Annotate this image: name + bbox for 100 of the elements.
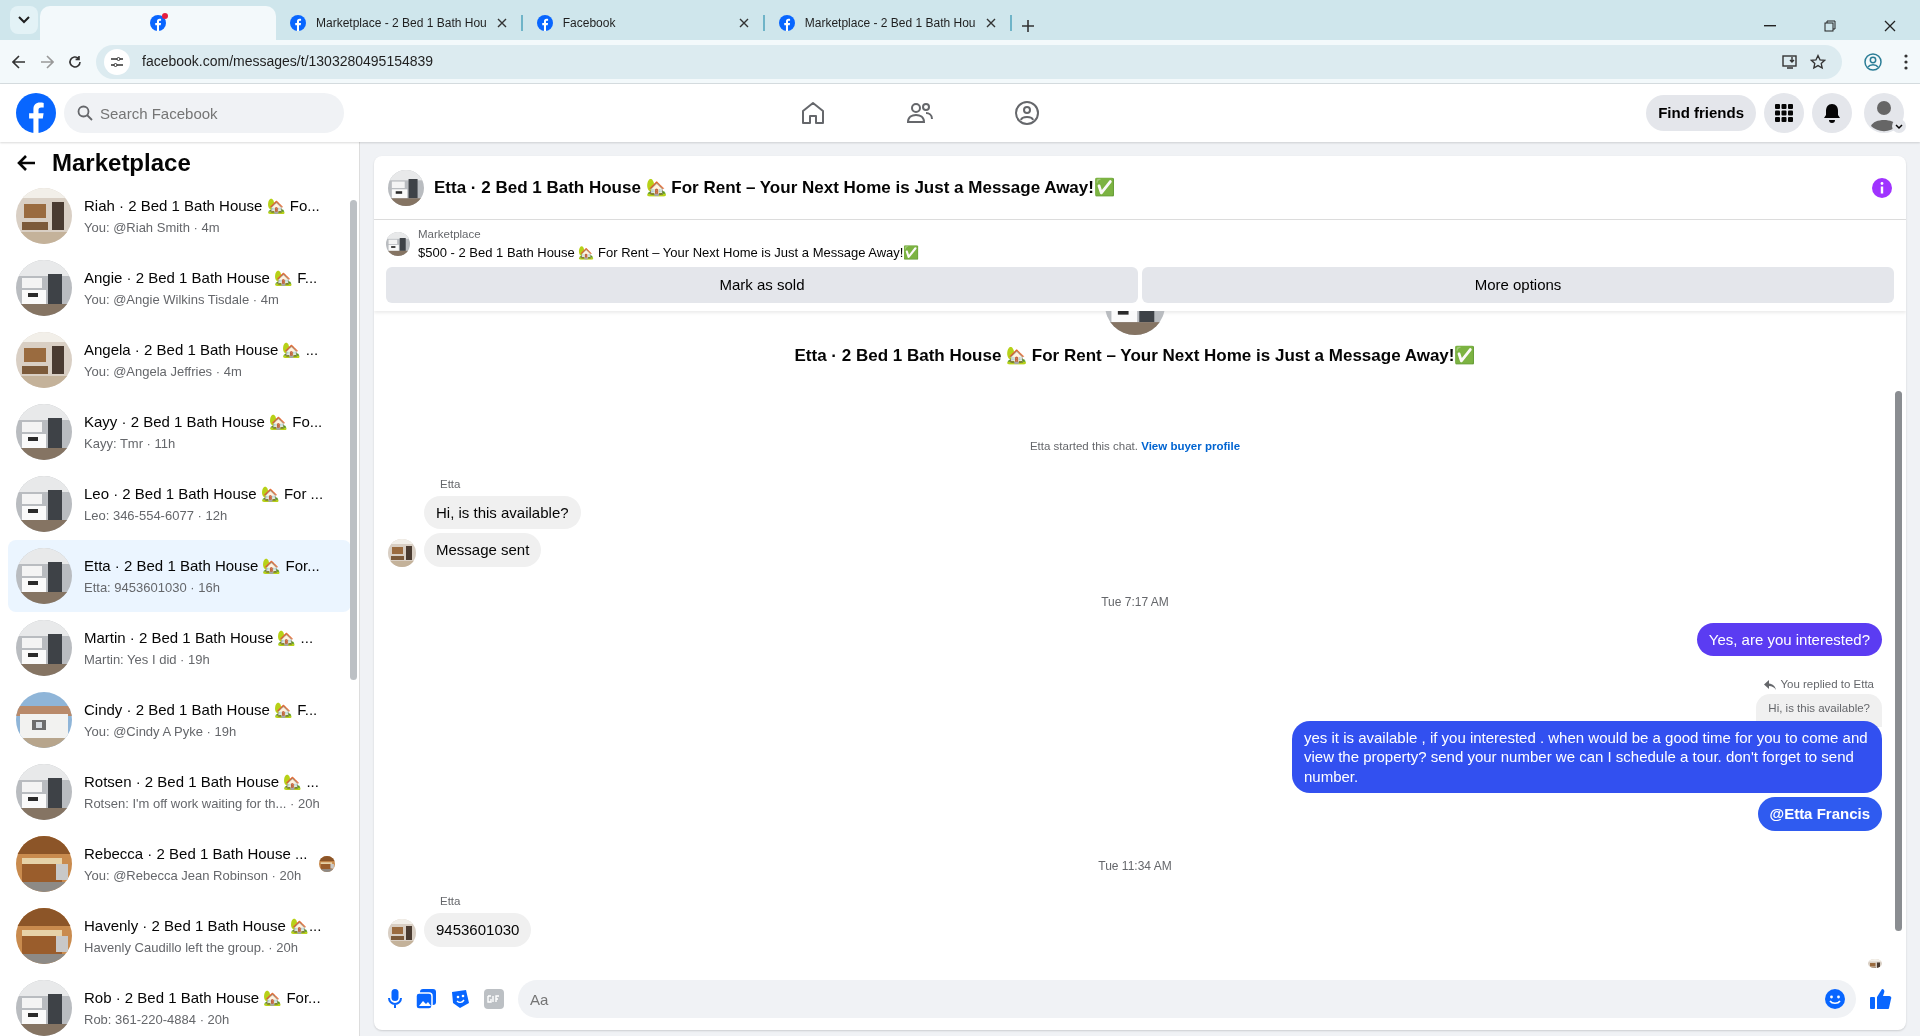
groups-icon[interactable] — [1014, 100, 1041, 126]
forward-icon[interactable] — [40, 54, 54, 69]
tab-list-button[interactable] — [10, 6, 38, 34]
listing-action-button[interactable]: Mark as sold — [386, 266, 1138, 303]
reload-icon[interactable] — [68, 54, 82, 69]
conversation-preview: Martin: Yes I did · 19h — [84, 650, 211, 669]
chat-intro-title: Etta · 2 Bed 1 Bath House 🏡 For Rent – Your Next Home is Just a Message Away!✅ — [794, 344, 1476, 367]
thumbs-up-icon[interactable] — [1870, 988, 1892, 1010]
back-icon[interactable] — [12, 54, 26, 69]
message-bubble[interactable]: yes it is available , if you interested . when would be a good time for you to come and view the property? send your number we can I schedule a tour. don't forget to send number. — [1292, 720, 1882, 794]
message-bubble[interactable]: @Etta Francis — [1757, 797, 1882, 831]
bell-icon — [1823, 103, 1841, 123]
sticker-icon[interactable] — [450, 989, 470, 1009]
conversation-title: Riah · 2 Bed 1 Bath House 🏡 Fo... — [84, 196, 321, 217]
tab-title: Marketplace - 2 Bed 1 Bath Hou — [316, 15, 487, 32]
conversation-item[interactable]: Martin · 2 Bed 1 Bath House 🏡 ... Martin: Yes I did · 19h — [8, 612, 351, 685]
photo-icon[interactable] — [416, 989, 436, 1009]
message-bubble[interactable]: Hi, is this available? — [424, 495, 581, 530]
facebook-logo-icon[interactable] — [536, 15, 553, 31]
find-friends-button[interactable]: Find friends — [1646, 95, 1756, 131]
conversation-title: Etta · 2 Bed 1 Bath House 🏡 For... — [84, 556, 321, 577]
restore-icon[interactable] — [1824, 20, 1836, 32]
facebook-logo[interactable] — [16, 93, 56, 133]
close-icon[interactable] — [496, 18, 507, 28]
close-icon[interactable] — [1884, 20, 1896, 32]
conversation-title: Havenly · 2 Bed 1 Bath House 🏡... — [84, 916, 323, 937]
conversation-item[interactable]: Etta · 2 Bed 1 Bath House 🏡 For... Etta: 9453601030 · 16h — [8, 540, 351, 613]
browser-tab[interactable]: Facebook — [524, 6, 761, 40]
browser-tab[interactable] — [40, 6, 276, 40]
chevron-down-icon — [18, 16, 30, 24]
message-bubble[interactable]: Message sent — [424, 533, 542, 567]
message-bubble[interactable]: 9453601030 — [424, 913, 532, 947]
home-icon[interactable] — [800, 100, 827, 126]
site-settings-icon[interactable] — [104, 48, 130, 75]
reply-icon — [1764, 679, 1777, 690]
conversation-title: Martin · 2 Bed 1 Bath House 🏡 ... — [84, 628, 315, 649]
conversation-item[interactable]: Riah · 2 Bed 1 Bath House 🏡 Fo... You: @Riah Smith · 4m — [8, 180, 351, 253]
conversation-preview: Havenly Caudillo left the group. · 20h — [84, 938, 299, 957]
search-icon — [77, 105, 93, 121]
menu-button[interactable] — [1764, 93, 1804, 133]
scrollbar[interactable] — [350, 200, 357, 681]
listing-text[interactable]: $500 - 2 Bed 1 Bath House 🏡 For Rent – Your Next Home is Just a Message Away!✅ — [418, 243, 920, 263]
buyer-profile-link[interactable]: View buyer profile — [1141, 440, 1241, 453]
conversation-item[interactable]: Leo · 2 Bed 1 Bath House 🏡 For ... Leo: 346-554-6077 · 12h — [8, 468, 351, 541]
conversation-item[interactable]: Cindy · 2 Bed 1 Bath House 🏡 F... You: @Cindy A Pyke · 19h — [8, 684, 351, 757]
chat-started-text: Etta started this chat. — [1029, 440, 1138, 453]
search-field[interactable]: Search Facebook — [64, 93, 344, 133]
browser-tab[interactable]: Marketplace - 2 Bed 1 Bath Hou — [766, 6, 1008, 40]
conversation-item[interactable]: Angela · 2 Bed 1 Bath House 🏡 ... You: @Angela Jeffries · 4m — [8, 324, 351, 397]
back-arrow-icon[interactable] — [16, 154, 36, 173]
url-text[interactable]: facebook.com/messages/t/1303280495154839 — [142, 51, 434, 72]
sidebar-title: Marketplace — [52, 150, 191, 177]
conversation-item[interactable]: Kayy · 2 Bed 1 Bath House 🏡 Fo... Kayy: Tmr · 11h — [8, 396, 351, 469]
minimize-icon[interactable] — [1764, 25, 1776, 27]
scrollbar[interactable] — [1895, 390, 1902, 931]
info-icon[interactable] — [1872, 177, 1892, 198]
timestamp: Tue 7:17 AM — [1100, 593, 1170, 611]
conversation-preview: You: @Angela Jeffries · 4m — [84, 362, 243, 381]
tab-title: Facebook — [562, 15, 617, 32]
facebook-logo-icon[interactable] — [290, 15, 306, 31]
conversation-title: Angie · 2 Bed 1 Bath House 🏡 F... — [84, 268, 319, 289]
conversation-preview: Leo: 346-554-6077 · 12h — [84, 506, 229, 525]
conversation-preview: Rotsen: I'm off work waiting for th... · 20h — [84, 794, 321, 813]
conversation-item[interactable]: Rotsen · 2 Bed 1 Bath House 🏡 ... Rotsen: I'm off work waiting for th... · 20h — [8, 756, 351, 829]
notifications-button[interactable] — [1812, 93, 1852, 133]
facebook-logo-icon[interactable] — [778, 15, 795, 31]
sender-name: Etta — [440, 476, 461, 492]
message-bubble[interactable]: Yes, are you interested? — [1696, 622, 1882, 657]
conversation-item[interactable]: Rob · 2 Bed 1 Bath House 🏡 For... Rob: 361-220-4884 · 20h — [8, 972, 351, 1036]
sender-name: Etta — [440, 893, 461, 909]
conversation-item[interactable]: Havenly · 2 Bed 1 Bath House 🏡... Havenly Caudillo left the group. · 20h — [8, 900, 351, 973]
microphone-icon[interactable] — [388, 989, 402, 1009]
browser-tab[interactable]: Marketplace - 2 Bed 1 Bath Hou — [278, 6, 519, 40]
star-icon[interactable] — [1810, 53, 1826, 70]
timestamp: Tue 11:34 AM — [1097, 857, 1173, 875]
conversation-title: Rotsen · 2 Bed 1 Bath House 🏡 ... — [84, 772, 320, 793]
more-icon[interactable] — [1904, 53, 1908, 70]
conversation-preview: You: @Cindy A Pyke · 19h — [84, 722, 238, 741]
chevron-down-icon — [1892, 119, 1906, 133]
conversation-title: Cindy · 2 Bed 1 Bath House 🏡 F... — [84, 700, 319, 721]
new-tab-icon[interactable] — [1021, 20, 1034, 32]
friends-icon[interactable] — [906, 100, 935, 126]
conversation-item[interactable]: Angie · 2 Bed 1 Bath House 🏡 F... You: @Angie Wilkins Tisdale · 4m — [8, 252, 351, 325]
install-app-icon[interactable] — [1782, 53, 1798, 70]
conversation-title: Leo · 2 Bed 1 Bath House 🏡 For ... — [84, 484, 325, 505]
close-icon[interactable] — [738, 18, 749, 28]
conversation-preview: Kayy: Tmr · 11h — [84, 434, 177, 453]
emoji-icon[interactable] — [1824, 988, 1846, 1010]
message-input[interactable]: Aa — [518, 980, 1856, 1018]
chat-title: Etta · 2 Bed 1 Bath House 🏡 For Rent – Your Next Home is Just a Message Away!✅ — [434, 176, 1115, 199]
tab-title: Marketplace - 2 Bed 1 Bath Hou — [804, 15, 976, 32]
conversation-item[interactable]: Rebecca · 2 Bed 1 Bath House ... You: @Rebecca Jean Robinson · 20h — [8, 828, 351, 901]
account-avatar[interactable] — [1864, 93, 1904, 133]
conversation-title: Angela · 2 Bed 1 Bath House 🏡 ... — [84, 340, 320, 361]
conversation-preview: Etta: 9453601030 · 16h — [84, 578, 221, 597]
grid-icon — [1775, 104, 1793, 122]
listing-action-button[interactable]: More options — [1142, 266, 1894, 303]
facebook-logo-icon[interactable] — [150, 15, 166, 31]
close-icon[interactable] — [985, 18, 996, 28]
profile-icon[interactable] — [1864, 52, 1882, 71]
